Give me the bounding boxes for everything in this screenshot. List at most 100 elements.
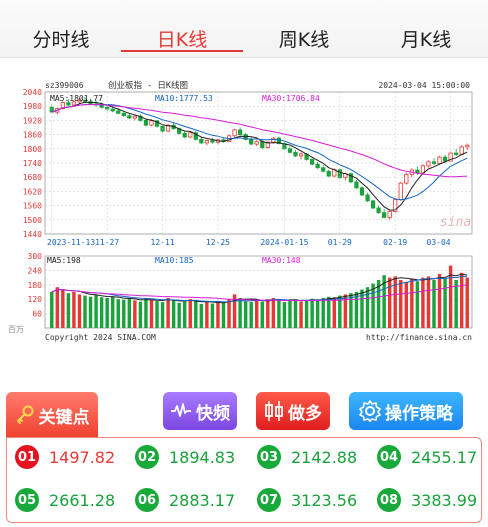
volume-bar [243, 301, 248, 328]
volume-bar [349, 293, 353, 328]
volume-tick-label: 180 [28, 281, 43, 290]
ma30-line [51, 104, 468, 178]
key-point-value: 2455.17 [411, 447, 478, 467]
fast-frequency-button[interactable]: 快频 [163, 392, 237, 430]
key-point-item: 05 2661.28 [15, 488, 115, 512]
pulse-icon [171, 403, 191, 417]
volume-bar [133, 300, 137, 328]
key-point-item: 07 3123.56 [257, 488, 357, 512]
trading-strategy-button[interactable]: 操作策略 [349, 392, 463, 430]
key-point-value: 2661.28 [49, 490, 116, 510]
key-point-value: 1894.83 [169, 447, 236, 467]
date-tick-label: 12-11 [151, 238, 175, 247]
tab-monthly-k[interactable]: 月K线 [365, 25, 487, 52]
go-long-button[interactable]: 做多 [256, 392, 330, 430]
volume-bar [94, 294, 98, 328]
ma10-label: MA10:1777.53 [155, 94, 213, 103]
tab-weekly-k[interactable]: 周K线 [243, 25, 365, 52]
volume-bar [426, 276, 431, 328]
volume-bar [293, 299, 298, 328]
volume-bar [454, 280, 458, 328]
candle-body [426, 161, 431, 167]
candle-body [298, 153, 304, 157]
volume-bar [149, 299, 154, 328]
price-tick-label: 1740 [23, 159, 42, 168]
volume-bar [205, 302, 209, 328]
volume-bar [304, 300, 309, 328]
ma5-line [51, 101, 468, 211]
volume-bar [282, 302, 287, 328]
price-tick-label: 1980 [23, 102, 42, 111]
candle-body [321, 167, 326, 172]
volume-bar [55, 287, 60, 328]
key-point-item: 02 1894.83 [135, 445, 235, 469]
volume-bar [288, 299, 292, 328]
volume-tick-label: 300 [28, 252, 43, 261]
volume-bar [188, 299, 192, 328]
candle-body [232, 129, 237, 137]
volume-tick-label: 120 [28, 295, 43, 304]
kline-chart[interactable]: 2040 1980 1920 1860 1800 1740 1680 1620 1560 1500… [0, 76, 488, 350]
volume-bar [105, 298, 109, 328]
volume-bar [277, 300, 281, 328]
key-point-index: 02 [135, 445, 159, 469]
volume-bar [99, 297, 104, 328]
price-tick-label: 1860 [23, 131, 42, 140]
symbol-code: sz399006 [45, 81, 84, 90]
volume-bar [432, 280, 436, 328]
volume-bar [77, 294, 82, 328]
date-tick-label: 03-04 [427, 238, 451, 247]
volume-bar [66, 293, 71, 328]
key-point-index: 07 [257, 488, 281, 512]
candle-body [293, 151, 298, 157]
price-tick-label: 1800 [23, 145, 42, 154]
price-tick-label: 1560 [23, 202, 42, 211]
volume-bar [144, 298, 148, 328]
volume-bar [238, 298, 242, 328]
key-point-index: 01 [15, 445, 39, 469]
volume-bar [321, 298, 325, 328]
candle-body [359, 187, 365, 196]
volume-bar [216, 301, 220, 328]
candle-body [66, 102, 71, 106]
candle-body [260, 141, 265, 149]
volume-bar [221, 302, 226, 328]
tab-intraday[interactable]: 分时线 [0, 25, 122, 52]
key-point-item: 04 2455.17 [377, 445, 477, 469]
vol-ma10-label: MA10:185 [155, 256, 194, 265]
volume-bar [365, 287, 370, 328]
candle-body [454, 152, 459, 155]
volume-bar [371, 283, 375, 328]
tab-daily-k[interactable]: 日K线 [121, 25, 243, 52]
key-point-item: 06 2883.17 [135, 488, 235, 512]
candle-body [404, 173, 409, 184]
fast-frequency-label: 快频 [196, 403, 230, 424]
key-points-button[interactable]: 关键点 [6, 392, 98, 438]
volume-bar [177, 302, 181, 328]
volume-bar [166, 298, 170, 328]
volume-bar [260, 301, 264, 328]
date-tick-label: 01-29 [328, 238, 352, 247]
chart-datetime: 2024-03-04 15:00:00 [378, 81, 470, 90]
candle-body [254, 141, 259, 145]
candle-body [149, 120, 154, 126]
candle-body [387, 211, 392, 218]
candle-body [370, 200, 376, 209]
copyright-text: Copyright 2024 SINA.COM [45, 333, 156, 342]
go-long-label: 做多 [288, 403, 322, 424]
candle-body [310, 159, 315, 165]
volume-bar [182, 301, 187, 328]
volume-bar [421, 277, 425, 328]
candle-body [431, 161, 437, 164]
volume-bar [354, 292, 359, 328]
vol-ma30-label: MA30:148 [262, 256, 301, 265]
volume-bar [194, 301, 198, 328]
gear-icon [359, 400, 381, 422]
volume-bar [387, 277, 392, 328]
ma30-label: MA30:1706.84 [262, 94, 320, 103]
candle-body [204, 140, 209, 144]
key-point-value: 3123.56 [291, 490, 358, 510]
candle-body [116, 110, 121, 114]
candle-body [326, 170, 331, 177]
volume-bar [459, 272, 464, 328]
